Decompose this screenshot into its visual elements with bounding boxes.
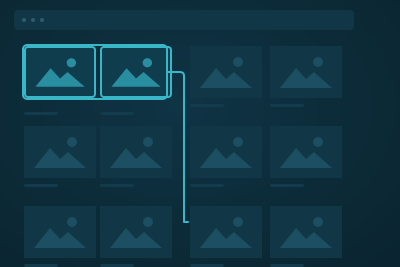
thumbnail-caption-placeholder	[270, 104, 304, 107]
thumbnail-caption-placeholder	[100, 112, 134, 115]
image-thumbnail[interactable]	[270, 206, 342, 258]
image-thumbnail[interactable]	[270, 46, 342, 98]
selection-group-frame	[22, 44, 168, 100]
thumbnail-caption-placeholder	[100, 184, 134, 187]
thumbnail-caption-placeholder	[270, 184, 304, 187]
thumbnail-caption-placeholder	[190, 184, 224, 187]
thumbnail-caption-placeholder	[190, 104, 224, 107]
image-thumbnail[interactable]	[24, 126, 96, 178]
image-thumbnail[interactable]	[100, 126, 172, 178]
image-grid	[0, 0, 400, 267]
image-thumbnail[interactable]	[190, 206, 262, 258]
thumbnail-caption-placeholder	[24, 184, 58, 187]
image-thumbnail[interactable]	[100, 206, 172, 258]
image-thumbnail[interactable]	[190, 126, 262, 178]
image-thumbnail[interactable]	[24, 206, 96, 258]
thumbnail-caption-placeholder	[24, 112, 58, 115]
gallery-window	[0, 0, 400, 267]
image-thumbnail[interactable]	[270, 126, 342, 178]
image-thumbnail[interactable]	[190, 46, 262, 98]
